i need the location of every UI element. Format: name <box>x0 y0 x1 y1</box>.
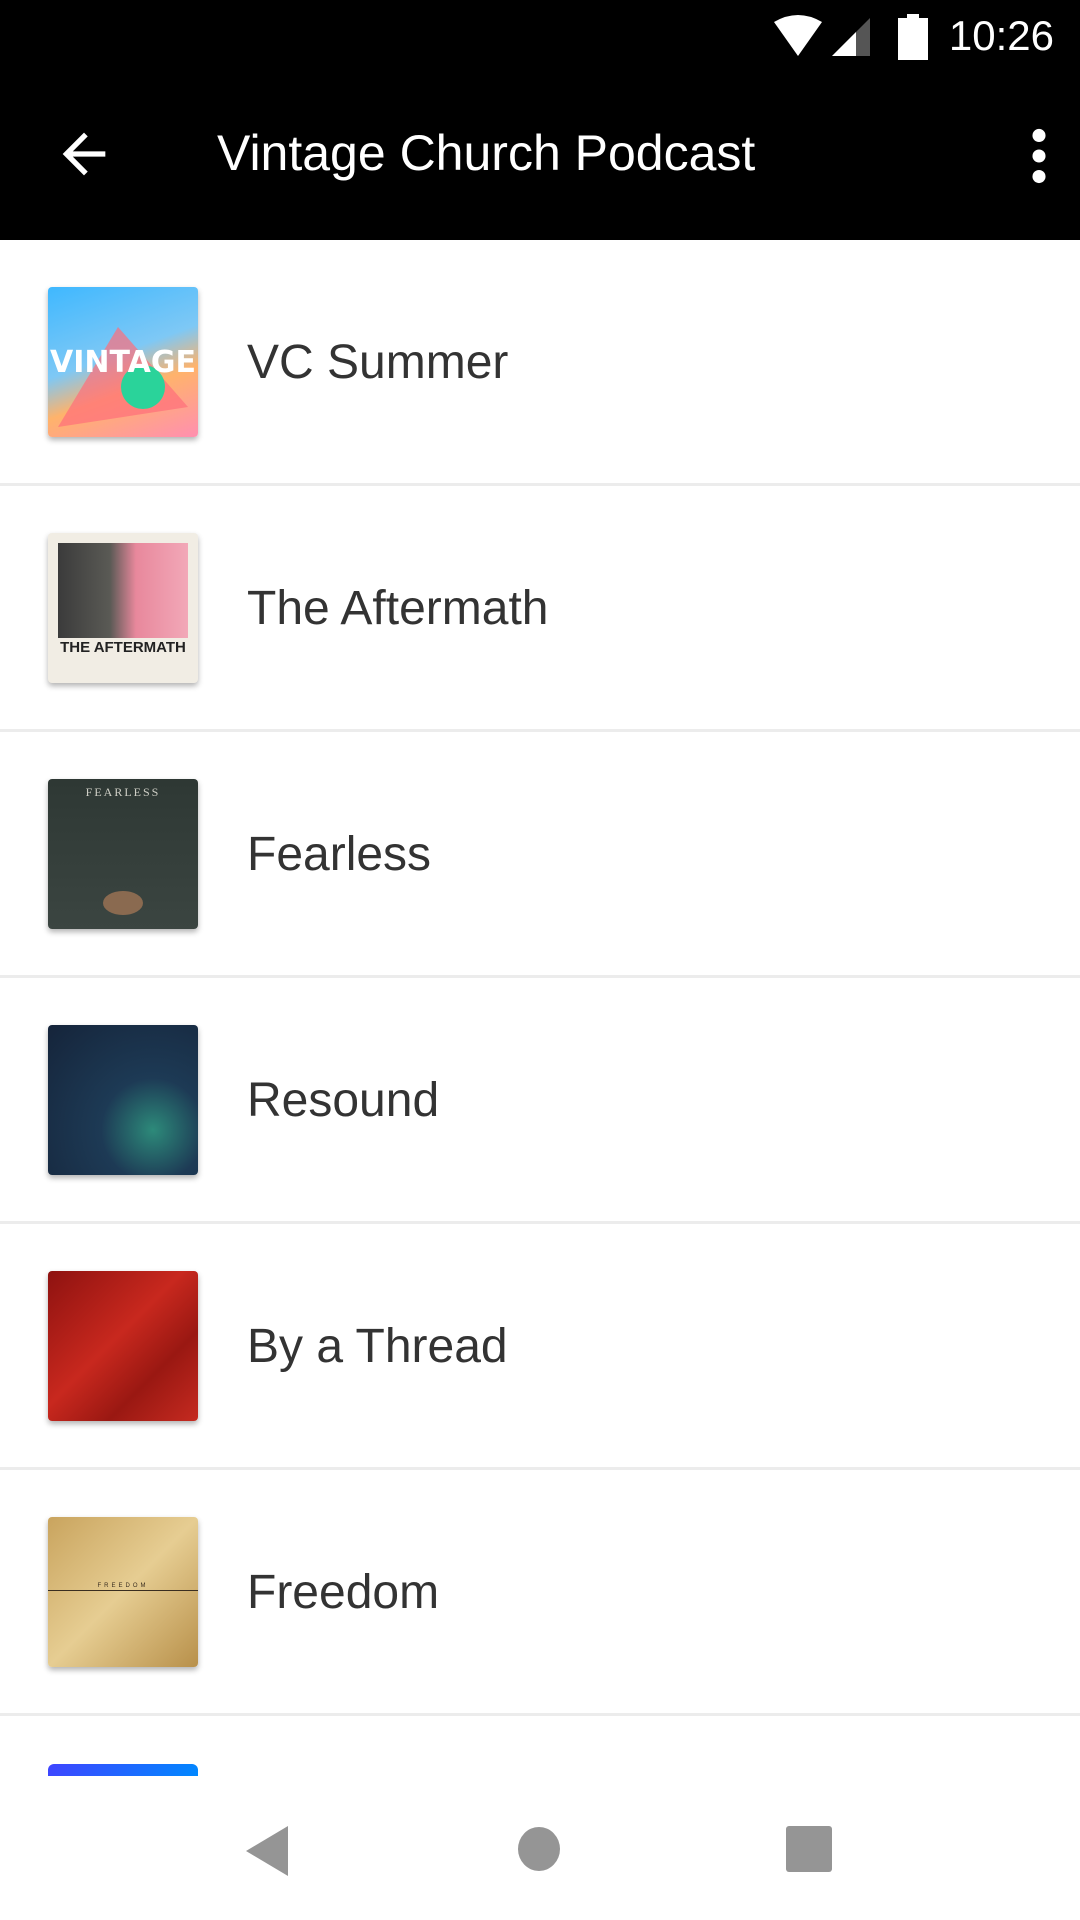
series-title: VC Summer <box>247 336 509 389</box>
series-title: Freedom <box>247 1566 440 1619</box>
series-artwork-partial <box>48 1764 198 1776</box>
series-title: Fearless <box>247 828 432 881</box>
series-artwork: FEARLESS <box>48 779 198 929</box>
page-title: Vintage Church Podcast <box>217 125 756 181</box>
list-item[interactable]: Resound <box>0 978 1080 1224</box>
artwork-text: FEARLESS <box>85 785 161 799</box>
artwork-text: FREEDOM <box>97 1583 149 1589</box>
wifi-signal-icons <box>774 15 870 56</box>
series-list: VINTAGE VC Summer THE AFTERMATH The Afte… <box>0 240 1080 1716</box>
series-artwork <box>48 1025 198 1175</box>
artwork-text: THE AFTERMATH <box>60 639 186 656</box>
series-artwork: FREEDOM <box>48 1517 198 1667</box>
clock: 10:26 <box>948 12 1054 59</box>
series-title: The Aftermath <box>247 582 549 635</box>
recents-square-icon[interactable] <box>786 1826 832 1872</box>
list-item[interactable]: THE AFTERMATH The Aftermath <box>0 486 1080 732</box>
navigation-bar <box>0 1776 1080 1920</box>
series-title: By a Thread <box>247 1320 508 1373</box>
series-title: Resound <box>247 1074 440 1127</box>
list-item[interactable]: FREEDOM Freedom <box>0 1470 1080 1716</box>
artwork-text: VINTAGE <box>50 345 196 380</box>
series-artwork <box>48 1271 198 1421</box>
status-bar: 10:26 <box>0 0 1080 72</box>
list-item[interactable]: VINTAGE VC Summer <box>0 240 1080 486</box>
list-item[interactable]: By a Thread <box>0 1224 1080 1470</box>
battery-icon <box>898 14 928 60</box>
series-artwork: VINTAGE <box>48 287 198 437</box>
more-vert-icon[interactable] <box>1024 128 1054 184</box>
back-triangle-icon[interactable] <box>244 1826 290 1876</box>
home-circle-icon[interactable] <box>517 1826 561 1872</box>
list-item[interactable]: FEARLESS Fearless <box>0 732 1080 978</box>
arrow-back-icon[interactable] <box>52 122 116 186</box>
series-artwork: THE AFTERMATH <box>48 533 198 683</box>
app-bar: Vintage Church Podcast <box>0 72 1080 240</box>
